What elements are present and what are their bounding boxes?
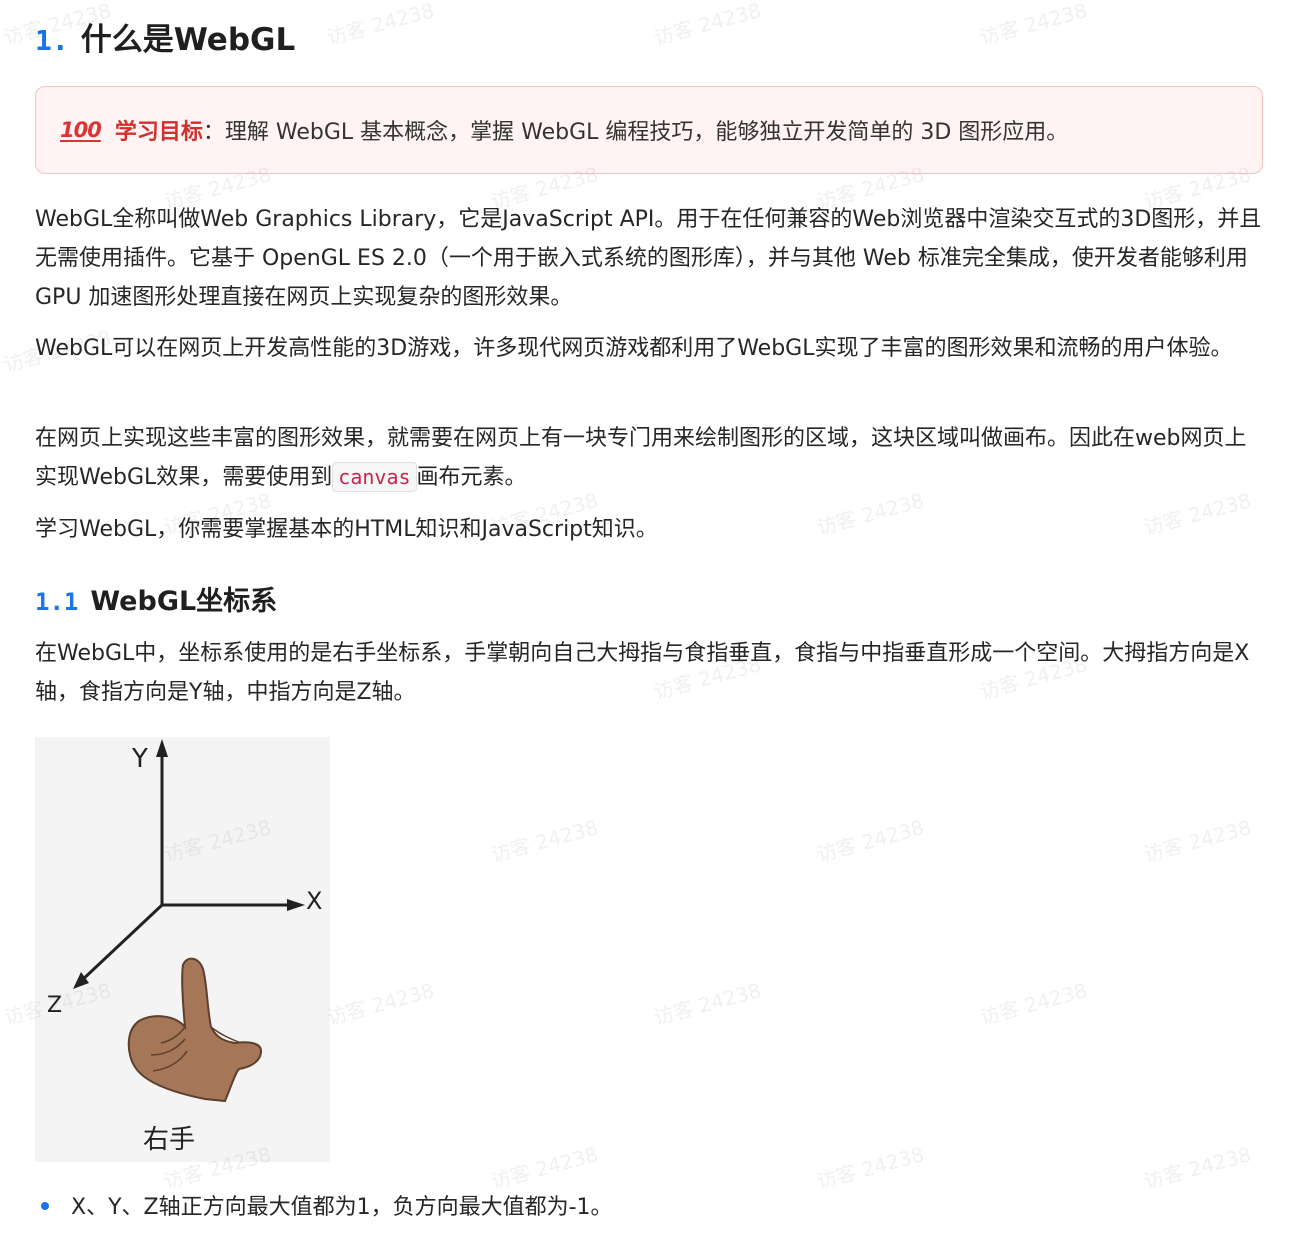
- section-heading-1: 1. 什么是WebGL: [35, 18, 295, 63]
- subheading-title: WebGL坐标系: [90, 586, 278, 617]
- paragraph-canvas: 在网页上实现这些丰富的图形效果，就需要在网页上有一块专门用来绘制图形的区域，这块…: [35, 419, 1267, 497]
- paragraph-games: WebGL可以在网页上开发高性能的3D游戏，许多现代网页游戏都利用了WebGL实…: [35, 336, 1233, 361]
- watermark: 访客 24238: [324, 0, 437, 50]
- watermark: 访客 24238: [814, 1142, 927, 1194]
- x-axis-label: X: [306, 887, 322, 915]
- hundred-points-icon: 100: [60, 118, 102, 142]
- right-hand-coordinate-figure: Y X Z 右手: [35, 737, 330, 1162]
- watermark: 访客 24238: [977, 0, 1090, 50]
- watermark: 访客 24238: [1141, 815, 1254, 867]
- y-axis-arrow: [156, 739, 168, 757]
- list-item-text: X、Y、Z轴正方向最大值都为1，负方向最大值都为-1。: [71, 1195, 613, 1220]
- watermark: 访客 24238: [651, 978, 764, 1030]
- coordinate-axes-diagram: Y X Z: [47, 739, 322, 1103]
- list-item: X、Y、Z轴正方向最大值都为1，负方向最大值都为-1。: [35, 1188, 613, 1227]
- inline-code-canvas: canvas: [332, 462, 417, 492]
- paragraph-canvas-before: 在网页上实现这些丰富的图形效果，就需要在网页上有一块专门用来绘制图形的区域，这块…: [35, 426, 1247, 490]
- paragraph-intro: WebGL全称叫做Web Graphics Library，它是JavaScri…: [35, 207, 1262, 310]
- z-axis-label: Z: [47, 993, 62, 1018]
- watermark: 访客 24238: [324, 978, 437, 1030]
- heading-title: 什么是WebGL: [80, 22, 296, 58]
- watermark: 访客 24238: [1141, 1142, 1254, 1194]
- section-heading-1-1: 1.1 WebGL坐标系: [35, 582, 277, 622]
- right-hand-illustration: [127, 957, 263, 1103]
- paragraph-canvas-after: 画布元素。: [416, 465, 527, 490]
- y-axis-label: Y: [131, 744, 148, 774]
- learning-goal-callout: 100 学习目标 ：理解 WebGL 基本概念，掌握 WebGL 编程技巧，能够…: [35, 86, 1263, 174]
- paragraph-prerequisites: 学习WebGL，你需要掌握基本的HTML知识和JavaScript知识。: [35, 517, 658, 542]
- goal-text: ：理解 WebGL 基本概念，掌握 WebGL 编程技巧，能够独立开发简单的 3…: [202, 120, 1069, 145]
- watermark: 访客 24238: [488, 815, 601, 867]
- bullet-dot: [41, 1202, 49, 1210]
- watermark: 访客 24238: [814, 815, 927, 867]
- heading-number: 1.: [35, 24, 69, 57]
- watermark: 访客 24238: [977, 978, 1090, 1030]
- watermark: 访客 24238: [488, 1142, 601, 1194]
- paragraph-coordinate-system: 在WebGL中，坐标系使用的是右手坐标系，手掌朝向自己大拇指与食指垂直，食指与中…: [35, 641, 1250, 705]
- z-axis-line: [77, 903, 164, 985]
- figure-caption: 右手: [143, 1125, 196, 1155]
- goal-label: 学习目标: [114, 120, 203, 145]
- subheading-number: 1.1: [35, 588, 79, 616]
- x-axis-arrow: [287, 899, 305, 911]
- watermark: 访客 24238: [651, 0, 764, 50]
